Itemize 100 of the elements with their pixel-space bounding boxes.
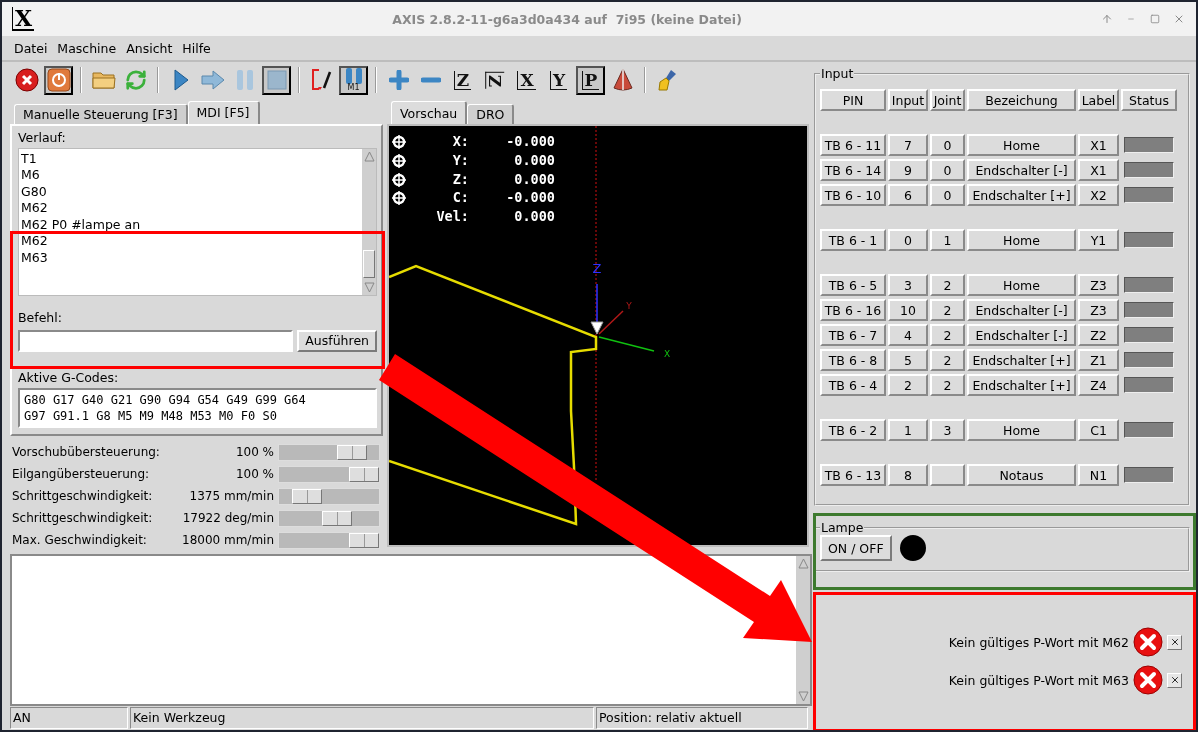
gcodes-line: G97 G91.1 G8 M5 M9 M48 M53 M0 F0 S0 [24, 407, 278, 424]
slider-reading: 18000 mm/min [182, 533, 276, 547]
view-button[interactable]: Z [448, 65, 477, 95]
slider[interactable] [278, 487, 380, 505]
block-delete-icon [309, 68, 334, 92]
menu-item[interactable]: Datei [14, 40, 48, 56]
input-cell: 9 [888, 159, 928, 181]
power-icon [46, 68, 71, 92]
slider-reading: 100 % [234, 467, 275, 481]
label-cell: Z3 [1078, 299, 1119, 321]
label-cell: C1 [1078, 419, 1119, 441]
tab[interactable]: MDI [F5] [187, 100, 260, 124]
name-cell: Endschalter [-] [967, 324, 1076, 346]
toggle-button[interactable]: ON / OFF [820, 535, 892, 561]
view-button[interactable]: Y [544, 65, 573, 95]
view-button[interactable]: Z [480, 65, 509, 95]
joint-cell: 1 [930, 229, 965, 251]
tab[interactable]: Manuelle Steuerung [F3] [14, 103, 188, 124]
tab[interactable]: Vorschau [391, 101, 468, 124]
history-item[interactable]: M62 [21, 200, 360, 217]
close-button[interactable] [1167, 634, 1182, 650]
name-cell: Endschalter [+] [967, 184, 1076, 206]
pin-cell: TB 6 - 14 [820, 159, 886, 181]
close-button[interactable] [1167, 672, 1182, 688]
slider-thumb[interactable] [337, 444, 368, 460]
status-text: AN [10, 707, 128, 729]
menu-item[interactable]: Hilfe [182, 40, 211, 56]
history-item[interactable]: M62 [21, 233, 360, 250]
joint-cell: 2 [930, 324, 965, 346]
menu-item[interactable]: Maschine [57, 40, 117, 56]
tool-cone-icon [590, 321, 604, 335]
input-cell: 2 [888, 374, 928, 396]
joint-cell [930, 464, 965, 486]
pause-icon [234, 69, 255, 91]
command-field[interactable] [18, 329, 294, 352]
slider-thumb[interactable] [349, 532, 379, 548]
name-cell: Endschalter [-] [967, 159, 1076, 181]
slider-reading: 1375 mm/min [188, 489, 275, 503]
name-cell: Endschalter [+] [967, 374, 1076, 396]
axis-label: Z [592, 261, 602, 276]
frame-title: Input [820, 66, 855, 81]
pin-cell: TB 6 - 13 [820, 464, 886, 486]
app-logo: X [12, 7, 35, 31]
run-button[interactable]: Ausführen [297, 329, 377, 352]
history-item[interactable]: M63 [21, 249, 360, 267]
history-label: Verlauf: [18, 129, 67, 146]
joint-cell: 0 [930, 134, 965, 156]
label-cell: Z1 [1078, 349, 1119, 371]
error-icon [1133, 665, 1163, 695]
plus-icon [388, 70, 409, 90]
history-item[interactable]: T1 [21, 150, 360, 168]
y-axis-line [598, 310, 624, 335]
input-cell: 0 [888, 229, 928, 251]
error-message: Kein gültiges P-Wort mit M62 [948, 634, 1129, 650]
command-label: Befehl: [18, 309, 63, 326]
name-cell: Home [967, 419, 1076, 441]
toolbar-button[interactable] [262, 65, 291, 95]
name-cell: Home [967, 274, 1076, 296]
name-cell: Endschalter [+] [967, 349, 1076, 371]
label-cell: X1 [1078, 134, 1119, 156]
status-text: Kein Werkzeug [130, 707, 594, 729]
slider[interactable] [278, 509, 380, 527]
slider[interactable] [278, 531, 380, 549]
slider[interactable] [278, 443, 380, 461]
toolbar-button[interactable] [44, 65, 73, 95]
x-axis-line [598, 336, 655, 352]
joint-cell: 0 [930, 159, 965, 181]
dro-value: 0.000 [514, 152, 555, 168]
pin-cell: TB 6 - 7 [820, 324, 886, 346]
dro-axis-label: Z: [452, 171, 469, 187]
history-item[interactable]: M6 [21, 167, 360, 184]
stop-sign-icon [14, 68, 39, 92]
history-item[interactable]: G80 [21, 183, 360, 201]
slider-label: Eilgangübersteuerung: [12, 467, 151, 481]
toolbar-button[interactable] [12, 65, 41, 95]
dro-axis-label: C: [452, 189, 469, 205]
pin-cell: TB 6 - 10 [820, 184, 886, 206]
joint-cell: 2 [930, 374, 965, 396]
slider-thumb[interactable] [349, 466, 379, 482]
pin-cell: TB 6 - 2 [820, 419, 886, 441]
history-item[interactable]: M62 P0 #lampe an [21, 216, 360, 234]
menu-item[interactable]: Ansicht [126, 40, 173, 56]
slider-label: Schrittgeschwindigkeit: [12, 489, 154, 503]
tab[interactable]: DRO [467, 104, 515, 124]
gcodes-line: G80 G17 G40 G21 G90 G94 G54 G49 G99 G64 [24, 391, 307, 408]
pin-cell: TB 6 - 5 [820, 274, 886, 296]
slider-thumb[interactable] [292, 488, 323, 504]
slider[interactable] [278, 465, 380, 483]
dro-value: 0.000 [514, 208, 555, 224]
joint-cell: 3 [930, 419, 965, 441]
joint-cell: 0 [930, 184, 965, 206]
column-header: Status [1121, 89, 1177, 111]
error-icon [1133, 627, 1163, 657]
view-button[interactable]: P [576, 65, 605, 95]
label-cell: N1 [1078, 464, 1119, 486]
slider-reading: 17922 deg/min [182, 511, 275, 525]
scroll-thumb[interactable] [363, 249, 375, 278]
view-button[interactable]: X [512, 65, 541, 95]
slider-thumb[interactable] [321, 510, 352, 526]
axis-label: X [663, 349, 671, 359]
